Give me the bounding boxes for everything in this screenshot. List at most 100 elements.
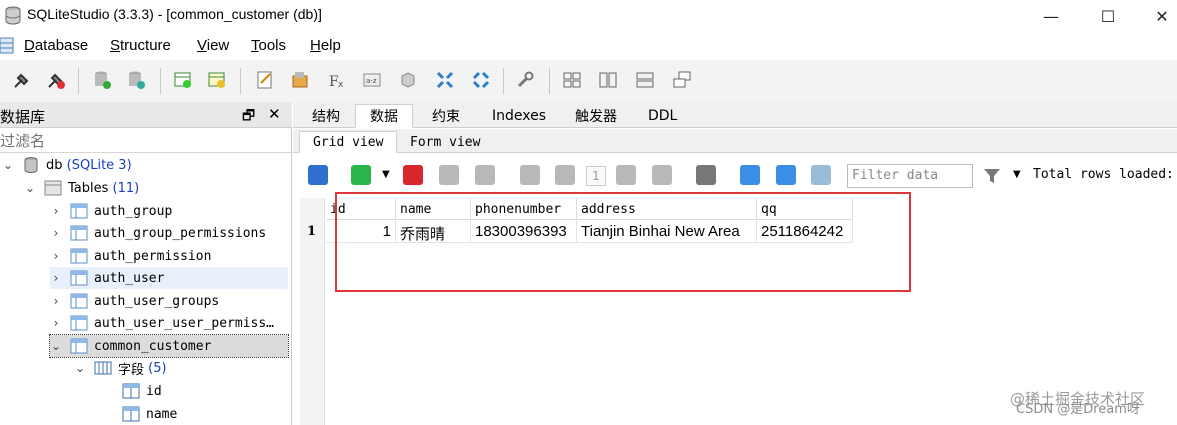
menu-help[interactable]: Help — [310, 37, 341, 54]
tree-table-item[interactable]: › auth_user_groups — [50, 290, 219, 312]
delete-row-icon[interactable] — [403, 165, 423, 185]
table-name: auth_group_permissions — [94, 225, 267, 241]
filter-dropdown-arrow-icon[interactable]: ▼ — [1013, 169, 1021, 180]
tree-table-item-hovered[interactable]: › auth_user — [50, 267, 288, 289]
table-icon — [70, 315, 88, 331]
sql-editor-icon[interactable] — [255, 70, 275, 90]
tab-ddl[interactable]: DDL — [633, 104, 692, 128]
expand-arrow-icon[interactable]: › — [50, 204, 62, 218]
table-name: common_customer — [94, 338, 212, 354]
tree-table-item[interactable]: › auth_user_user_permiss… — [50, 312, 274, 334]
column-icon — [122, 406, 140, 422]
filter-funnel-icon[interactable] — [983, 167, 1001, 185]
tab-indexes[interactable]: Indexes — [477, 104, 561, 128]
tile-horizontal-icon[interactable] — [635, 70, 655, 90]
collapse-arrow-icon[interactable]: ⌄ — [24, 181, 36, 195]
table-tabs: 结构 数据 约束 Indexes 触发器 DDL — [293, 102, 1177, 128]
tree-table-item[interactable]: › auth_permission — [50, 245, 211, 267]
tree-field-item[interactable]: id — [122, 380, 162, 402]
menu-view[interactable]: View — [197, 37, 229, 54]
database-tree: ⌄ db (SQLite 3) ⌄ Tables (11) › auth_gro… — [0, 154, 291, 425]
main-toolbar: Fx a-z — [0, 60, 1177, 102]
menu-structure[interactable]: Structure — [110, 37, 171, 54]
filter-name-input[interactable] — [0, 131, 288, 151]
svg-text:x: x — [338, 80, 344, 90]
menu-database[interactable]: Database — [24, 37, 88, 54]
connect-db-icon[interactable] — [12, 70, 32, 90]
commit-icon[interactable] — [439, 165, 459, 185]
tab-constraints[interactable]: 约束 — [417, 104, 475, 128]
tree-tables-node[interactable]: ⌄ Tables (11) — [24, 177, 139, 199]
edit-table-icon[interactable] — [207, 70, 227, 90]
view-mode-tabs: Grid view Form view — [293, 129, 1177, 153]
maximize-button[interactable]: ☐ — [1085, 0, 1131, 32]
row-number: 1 — [307, 224, 317, 239]
new-table-icon[interactable] — [173, 70, 193, 90]
collapse-arrow-icon[interactable]: ⌄ — [2, 158, 14, 172]
collapse-columns-icon[interactable] — [776, 165, 796, 185]
tree-db-node[interactable]: ⌄ db (SQLite 3) — [2, 154, 132, 176]
highlight-annotation-box — [335, 192, 911, 292]
rollback-icon[interactable] — [475, 165, 495, 185]
expand-arrow-icon[interactable]: › — [50, 271, 62, 285]
database-panel: 数据库 🗗 ✕ ⌄ db (SQLite 3) ⌄ Tables (11) › … — [0, 102, 292, 425]
table-name: auth_user_user_permiss… — [94, 315, 275, 331]
dropdown-arrow-icon[interactable]: ▼ — [382, 169, 390, 180]
previous-page-icon[interactable] — [555, 165, 575, 185]
first-page-icon[interactable] — [520, 165, 540, 185]
mdi-window-icon — [0, 37, 14, 54]
table-icon — [70, 293, 88, 309]
collapse-arrow-icon[interactable]: ⌄ — [74, 361, 86, 375]
database-icon — [24, 157, 38, 173]
print-icon[interactable] — [696, 165, 716, 185]
insert-row-icon[interactable] — [351, 165, 371, 185]
tree-fields-node[interactable]: ⌄ 字段 (5) — [74, 357, 167, 379]
tab-data[interactable]: 数据 — [355, 104, 413, 128]
float-panel-icon[interactable]: 🗗 — [242, 105, 255, 129]
table-name: auth_group — [94, 203, 173, 219]
expand-columns-icon[interactable] — [740, 165, 760, 185]
minimize-button[interactable]: — — [1028, 0, 1074, 32]
page-number[interactable]: 1 — [586, 166, 606, 186]
ddl-history-icon[interactable] — [471, 70, 491, 90]
table-icon — [70, 270, 88, 286]
tab-grid-view[interactable]: Grid view — [299, 131, 398, 153]
snippets-icon[interactable] — [435, 70, 455, 90]
refresh-icon[interactable] — [308, 165, 328, 185]
sqlitestudio-app-icon — [5, 6, 21, 25]
total-rows-label: Total rows loaded: 1 — [1033, 167, 1177, 182]
expand-arrow-icon[interactable]: › — [50, 316, 62, 330]
tile-windows-icon[interactable] — [562, 70, 582, 90]
functions-icon[interactable]: Fx — [328, 70, 348, 90]
tree-field-item[interactable]: name — [122, 403, 177, 425]
next-page-icon[interactable] — [616, 165, 636, 185]
tables-label: Tables — [68, 180, 109, 196]
panel-title: 数据库 — [0, 108, 46, 126]
tune-icon[interactable] — [811, 165, 831, 185]
filter-data-input[interactable]: Filter data — [847, 164, 973, 188]
expand-arrow-icon[interactable]: › — [50, 249, 62, 263]
menu-tools[interactable]: Tools — [251, 37, 286, 54]
cascade-windows-icon[interactable] — [672, 70, 692, 90]
column-icon — [122, 383, 140, 399]
extensions-icon[interactable] — [398, 70, 418, 90]
tree-table-item[interactable]: › auth_group — [50, 200, 172, 222]
collapse-arrow-icon[interactable]: ⌄ — [50, 339, 62, 353]
tile-vertical-icon[interactable] — [598, 70, 618, 90]
expand-arrow-icon[interactable]: › — [50, 294, 62, 308]
last-page-icon[interactable] — [652, 165, 672, 185]
import-icon[interactable] — [290, 70, 310, 90]
disconnect-db-icon[interactable] — [46, 70, 66, 90]
tab-structure[interactable]: 结构 — [297, 104, 355, 128]
edit-database-icon[interactable] — [126, 70, 146, 90]
tab-triggers[interactable]: 触发器 — [560, 104, 632, 128]
tree-table-item[interactable]: › auth_group_permissions — [50, 222, 266, 244]
collations-icon[interactable]: a-z — [362, 70, 382, 90]
settings-wrench-icon[interactable] — [515, 70, 535, 90]
expand-arrow-icon[interactable]: › — [50, 226, 62, 240]
add-database-icon[interactable] — [92, 70, 112, 90]
close-panel-icon[interactable]: ✕ — [268, 105, 281, 123]
close-window-button[interactable]: ✕ — [1139, 0, 1177, 32]
tab-form-view[interactable]: Form view — [396, 131, 494, 153]
tree-table-item-selected[interactable]: ⌄ common_customer — [49, 334, 289, 358]
